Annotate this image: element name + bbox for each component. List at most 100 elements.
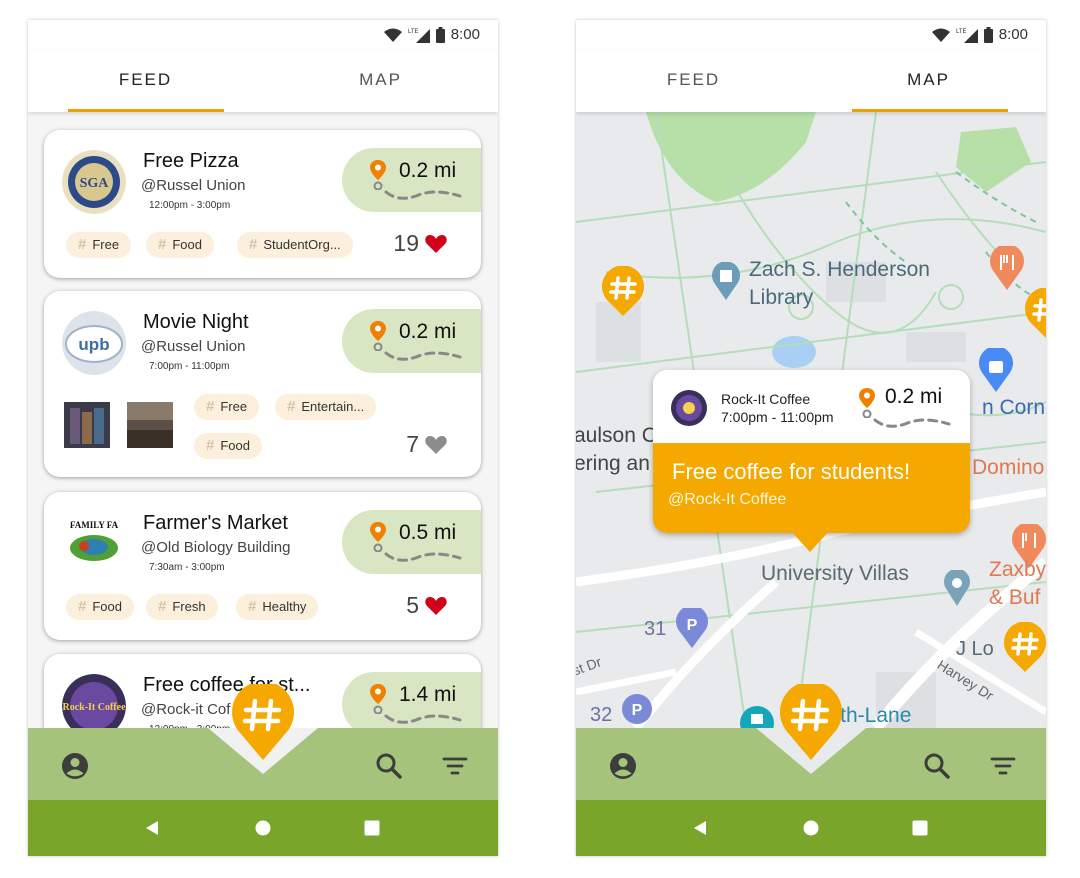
home-icon[interactable] bbox=[255, 820, 271, 836]
event-location: @Old Biology Building bbox=[141, 539, 291, 556]
svg-text:LTE: LTE bbox=[408, 29, 419, 35]
event-location: @Russel Union bbox=[141, 338, 246, 355]
event-card[interactable]: SGA Free Pizza @Russel Union 12:00pm - 3… bbox=[44, 130, 481, 278]
restaurant-pin-icon bbox=[990, 246, 1024, 290]
popup-header: Rock-It Coffee 7:00pm - 11:00pm 0.2 mi bbox=[653, 370, 970, 443]
back-icon[interactable] bbox=[144, 820, 160, 836]
map-label-university-villas: University Villas bbox=[761, 562, 909, 585]
map-screen: LTE 8:00 FEED MAP Zach S. Henderson Libr… bbox=[576, 20, 1046, 856]
map-label-library: Library bbox=[749, 286, 814, 309]
popup-distance: 0.2 mi bbox=[885, 385, 943, 408]
like-counter[interactable]: 5 bbox=[406, 592, 447, 619]
recents-icon[interactable] bbox=[364, 820, 380, 836]
like-count: 5 bbox=[406, 592, 419, 618]
like-count: 7 bbox=[406, 431, 419, 457]
tab-indicator bbox=[852, 109, 1008, 112]
tag-chip[interactable]: # Free bbox=[194, 394, 260, 420]
svg-text:P: P bbox=[632, 702, 643, 719]
map-label-32: 32 bbox=[590, 704, 613, 726]
heart-filled-icon bbox=[425, 596, 447, 615]
popup-handle: @Rock-It Coffee bbox=[668, 491, 787, 508]
tag-chip[interactable]: # Entertain... bbox=[275, 394, 377, 420]
avatar-text: Rock-It Coffee bbox=[62, 702, 126, 713]
route-path-icon bbox=[384, 351, 462, 361]
hash-icon: # bbox=[206, 398, 215, 415]
event-marker-hashtag-icon[interactable] bbox=[1003, 622, 1046, 672]
event-photo[interactable] bbox=[64, 402, 110, 448]
tag-label: Food bbox=[92, 599, 122, 614]
tab-bar: FEED MAP bbox=[28, 50, 498, 112]
svg-text:LTE: LTE bbox=[956, 29, 967, 35]
heart-outline-icon bbox=[425, 435, 447, 454]
event-card[interactable]: FAMILY FA Farmer's Market @Old Biology B… bbox=[44, 492, 481, 640]
event-photo[interactable] bbox=[127, 402, 173, 448]
tab-feed[interactable]: FEED bbox=[28, 50, 263, 112]
tag-label: Free bbox=[92, 237, 120, 252]
like-counter[interactable]: 19 bbox=[393, 230, 447, 257]
distance-badge: 0.2 mi bbox=[342, 309, 481, 373]
event-title: Farmer's Market bbox=[143, 512, 288, 534]
tab-feed[interactable]: FEED bbox=[576, 50, 811, 112]
lte-signal-icon: LTE bbox=[408, 28, 430, 43]
map-label-domino: Domino bbox=[972, 456, 1045, 479]
route-path-icon bbox=[384, 552, 462, 562]
distance-value: 0.5 mi bbox=[399, 521, 457, 544]
like-count: 19 bbox=[393, 230, 419, 256]
event-time: 7:00pm - 11:00pm bbox=[149, 361, 230, 372]
university-pin-icon bbox=[740, 706, 774, 728]
recents-icon[interactable] bbox=[912, 820, 928, 836]
avatar: FAMILY FA bbox=[62, 512, 126, 576]
profile-icon[interactable] bbox=[609, 752, 637, 780]
filter-icon[interactable] bbox=[989, 752, 1017, 780]
profile-icon[interactable] bbox=[61, 752, 89, 780]
tag-chip[interactable]: # Food bbox=[194, 433, 262, 459]
status-bar: LTE 8:00 bbox=[28, 20, 498, 50]
distance-value: 1.4 mi bbox=[399, 683, 457, 706]
svg-text:P: P bbox=[687, 617, 698, 634]
tag-chip[interactable]: # Food bbox=[146, 232, 214, 258]
search-icon[interactable] bbox=[375, 752, 403, 780]
tag-chip[interactable]: # Fresh bbox=[146, 594, 218, 620]
event-popup[interactable]: Rock-It Coffee 7:00pm - 11:00pm 0.2 mi F… bbox=[653, 370, 970, 552]
route-path-icon bbox=[384, 190, 462, 200]
tag-label: Food bbox=[220, 438, 250, 453]
popup-time: 7:00pm - 11:00pm bbox=[721, 409, 834, 425]
heart-filled-icon bbox=[425, 234, 447, 253]
post-event-fab[interactable] bbox=[231, 684, 295, 760]
tag-chip[interactable]: # Free bbox=[66, 232, 132, 258]
distance-badge: 1.4 mi bbox=[342, 672, 481, 736]
distance-value: 0.2 mi bbox=[399, 320, 457, 343]
event-marker-hashtag-icon[interactable] bbox=[1024, 288, 1046, 338]
distance-value: 0.2 mi bbox=[399, 159, 457, 182]
map-label-library: Zach S. Henderson bbox=[749, 258, 930, 281]
post-event-fab[interactable] bbox=[779, 684, 843, 760]
event-marker-hashtag-icon[interactable] bbox=[601, 266, 645, 316]
filter-icon[interactable] bbox=[441, 752, 469, 780]
avatar: SGA bbox=[62, 150, 126, 214]
tab-bar: FEED MAP bbox=[576, 50, 1046, 112]
tag-chip[interactable]: # Food bbox=[66, 594, 134, 620]
tab-indicator bbox=[68, 109, 224, 112]
tab-map[interactable]: MAP bbox=[811, 50, 1046, 112]
back-icon[interactable] bbox=[692, 820, 708, 836]
event-location: @Rock-it Cof bbox=[141, 701, 231, 718]
tag-label: Food bbox=[172, 237, 202, 252]
system-nav-bar bbox=[28, 800, 498, 856]
hash-icon: # bbox=[78, 598, 87, 615]
home-icon[interactable] bbox=[803, 820, 819, 836]
venue-avatar bbox=[671, 390, 707, 426]
tag-chip[interactable]: # Healthy bbox=[236, 594, 319, 620]
map-label-corner: n Corne bbox=[982, 396, 1046, 419]
map-label-j-lo: J Lo bbox=[956, 638, 994, 660]
wifi-icon bbox=[931, 28, 950, 42]
search-icon[interactable] bbox=[923, 752, 951, 780]
avatar-text: upb bbox=[78, 335, 109, 354]
tag-chip[interactable]: # StudentOrg... bbox=[237, 232, 353, 258]
event-card[interactable]: upb Movie Night @Russel Union 7:00pm - 1… bbox=[44, 291, 481, 477]
tag-label: Fresh bbox=[172, 599, 206, 614]
tab-map[interactable]: MAP bbox=[263, 50, 498, 112]
lte-signal-icon: LTE bbox=[956, 28, 978, 43]
battery-icon bbox=[983, 26, 993, 43]
event-time: 7:30am - 3:00pm bbox=[149, 562, 225, 573]
like-counter[interactable]: 7 bbox=[406, 431, 447, 458]
